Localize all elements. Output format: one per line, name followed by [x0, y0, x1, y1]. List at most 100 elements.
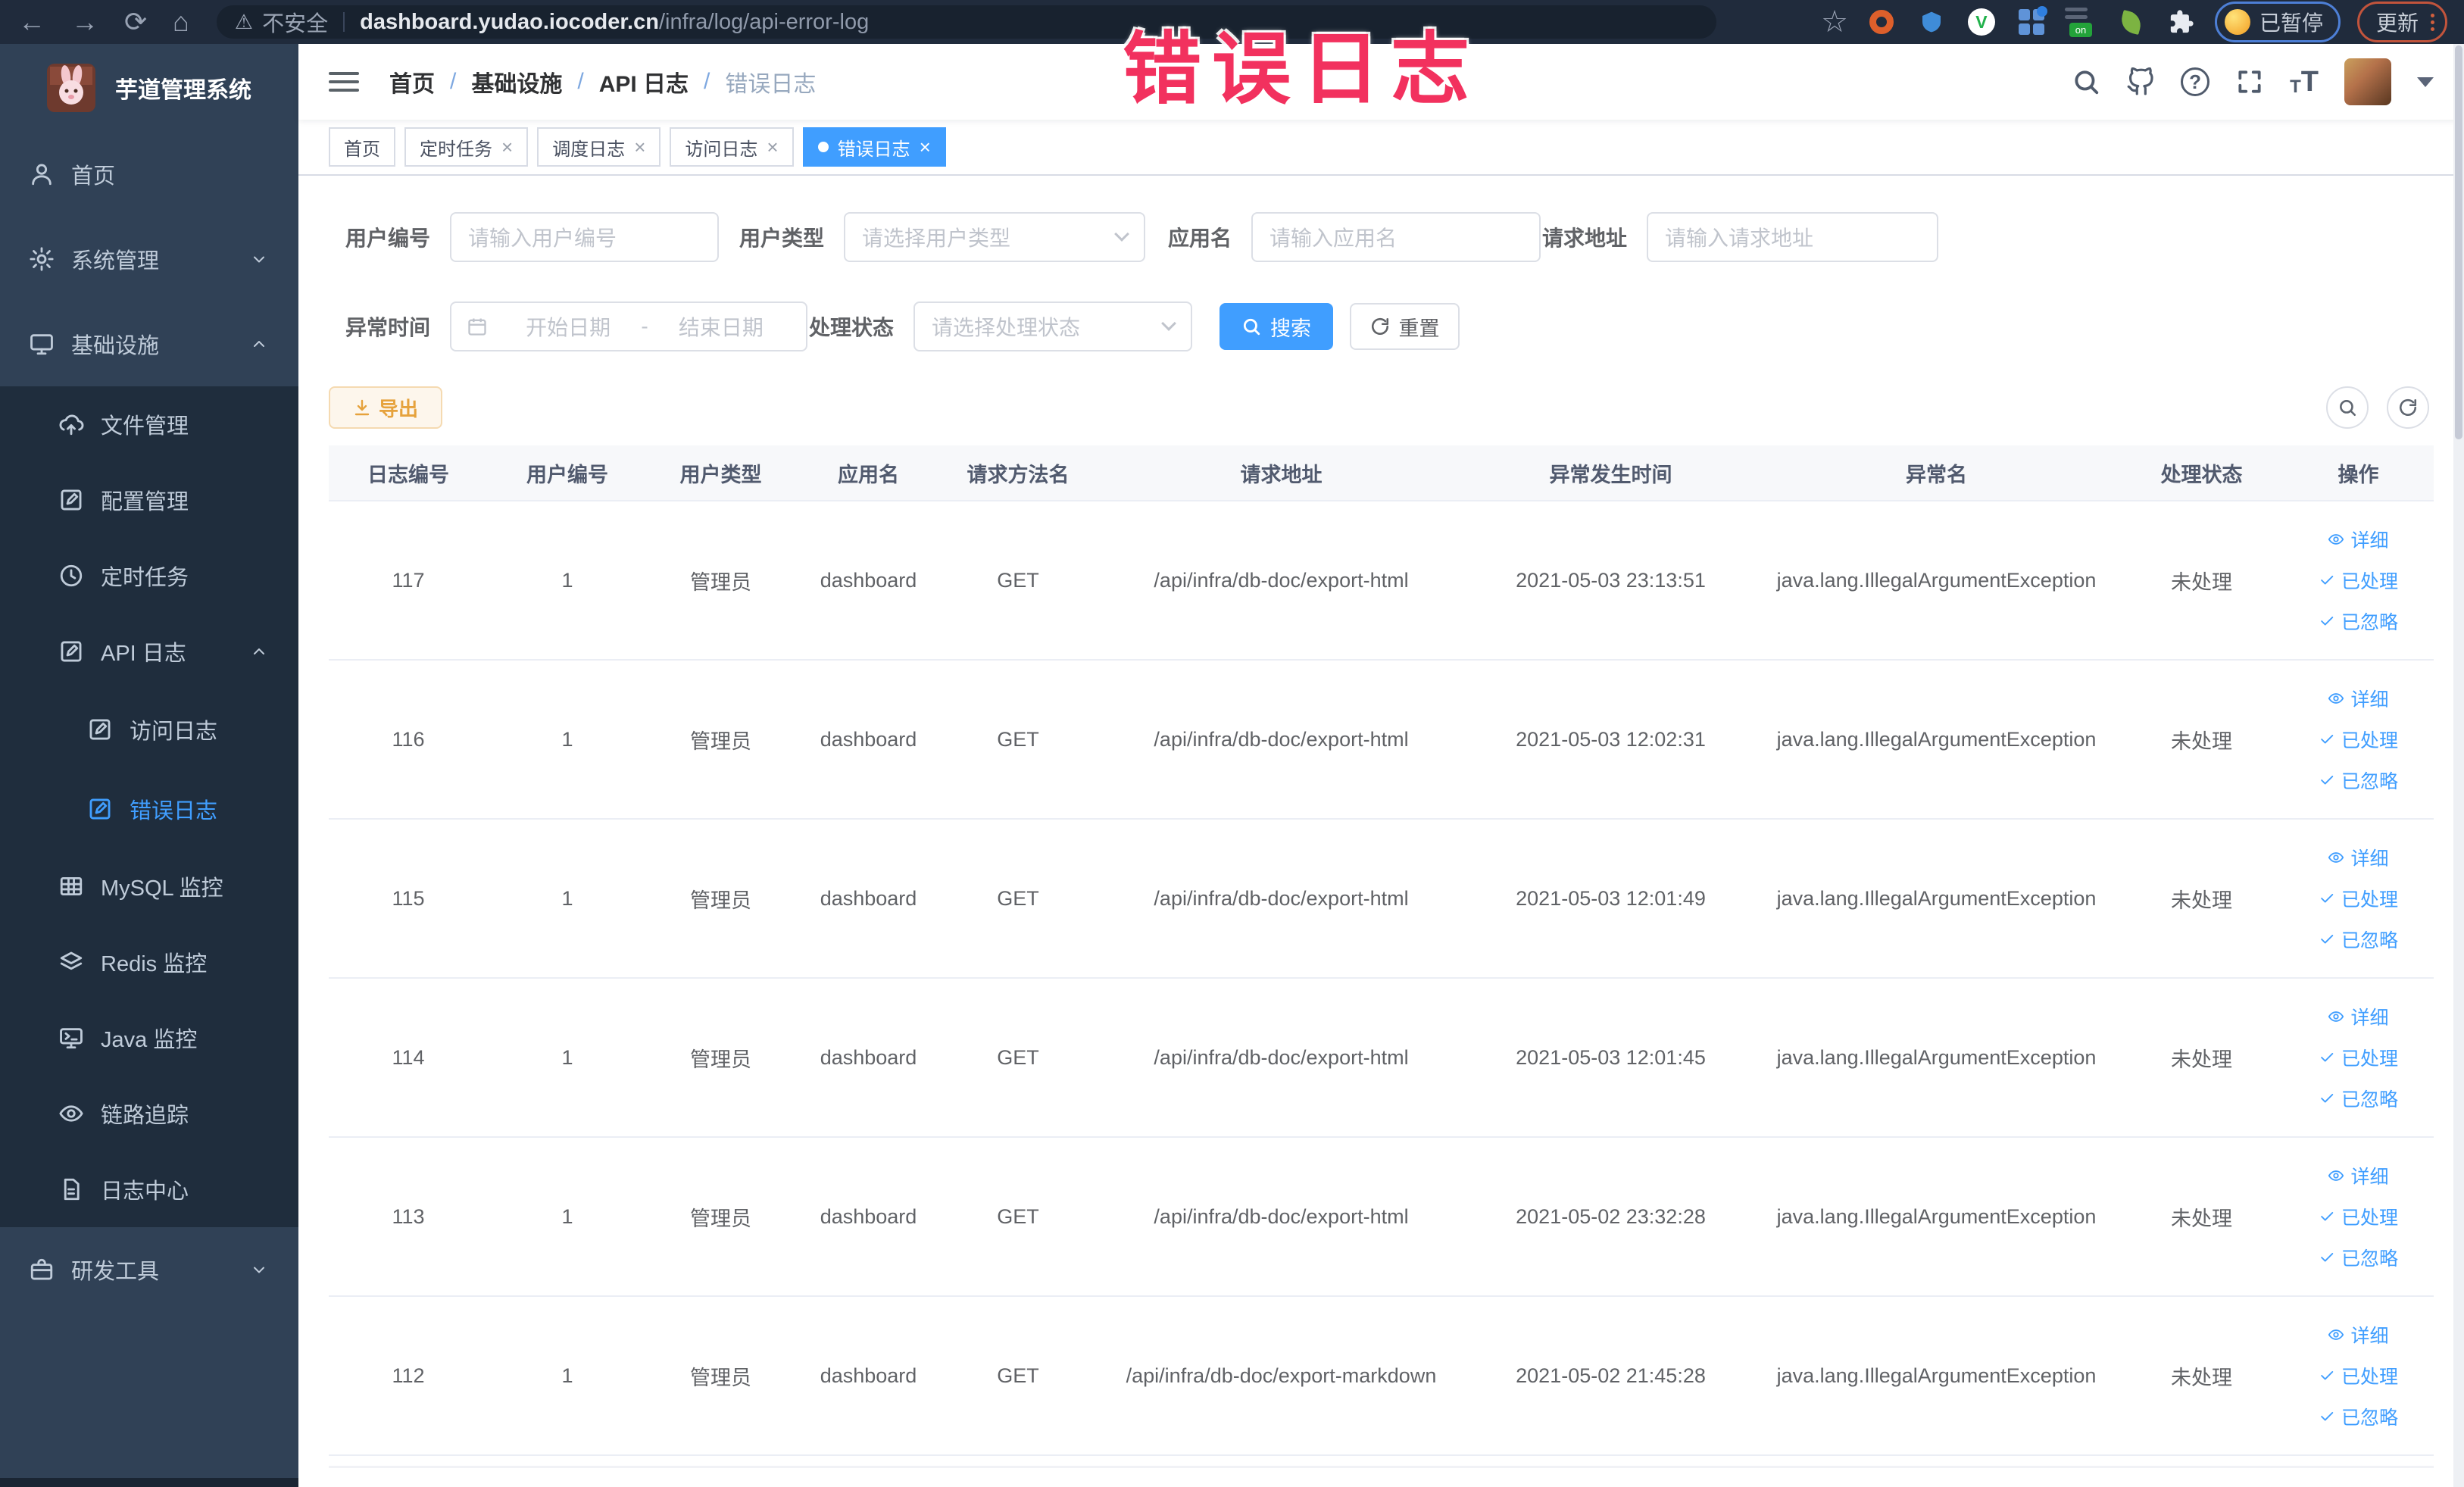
- mark-processed-link[interactable]: 已处理: [2319, 1203, 2398, 1230]
- extension-orange-ring-icon[interactable]: [1865, 5, 1898, 39]
- sidebar-item-链路追踪[interactable]: 链路追踪: [0, 1076, 298, 1151]
- tab-定时任务[interactable]: 定时任务 ×: [404, 127, 529, 167]
- user-type-select[interactable]: 请选择用户类型: [844, 212, 1145, 262]
- header-search-icon[interactable]: [2072, 67, 2100, 96]
- sidebar-item-基础设施[interactable]: 基础设施: [0, 301, 298, 386]
- close-icon[interactable]: ×: [634, 137, 645, 157]
- cell-user_type: 管理员: [690, 1207, 751, 1230]
- sidebar-item-配置管理[interactable]: 配置管理: [0, 462, 298, 538]
- toggle-search-button[interactable]: [2326, 386, 2369, 429]
- export-button[interactable]: 导出: [329, 386, 442, 429]
- column-header: 请求地址: [1240, 463, 1323, 486]
- extension-v-icon[interactable]: V: [1965, 5, 1998, 39]
- page-scrollbar[interactable]: [2453, 44, 2464, 1487]
- cell-user_type: 管理员: [690, 1366, 751, 1389]
- insecure-warning-icon: ⚠: [234, 10, 254, 33]
- sidebar-collapse-icon[interactable]: [329, 72, 359, 92]
- mark-ignored-link[interactable]: 已忽略: [2319, 1403, 2398, 1430]
- browser-forward-icon[interactable]: →: [71, 8, 98, 36]
- fullscreen-icon[interactable]: [2235, 67, 2264, 96]
- help-icon[interactable]: ?: [2181, 67, 2210, 96]
- extension-on-switch-icon[interactable]: on: [2064, 5, 2098, 39]
- sidebar-item-Redis-监控[interactable]: Redis 监控: [0, 924, 298, 1000]
- column-header: 用户类型: [679, 463, 762, 486]
- mark-processed-link[interactable]: 已处理: [2319, 1362, 2398, 1389]
- breadcrumb-item[interactable]: 首页: [389, 65, 435, 98]
- extension-leaf-icon[interactable]: [2115, 5, 2148, 39]
- mark-ignored-link[interactable]: 已忽略: [2319, 767, 2398, 794]
- process-status-select[interactable]: 请选择处理状态: [913, 301, 1192, 351]
- end-date-placeholder: 结束日期: [678, 316, 764, 339]
- tab-label: 调度日志: [552, 139, 626, 160]
- view-detail-link[interactable]: 详细: [2328, 1162, 2389, 1189]
- cell-time: 2021-05-03 23:13:51: [1516, 568, 1706, 592]
- breadcrumb-item[interactable]: 基础设施: [471, 65, 562, 98]
- extension-grid-icon[interactable]: [2015, 5, 2048, 39]
- tab-错误日志[interactable]: 错误日志 ×: [802, 127, 946, 167]
- sidebar-item-首页[interactable]: 首页: [0, 132, 298, 217]
- extension-shield-icon[interactable]: [1915, 5, 1948, 39]
- view-detail-link[interactable]: 详细: [2328, 844, 2389, 871]
- address-bar[interactable]: ⚠ 不安全 dashboard.yudao.iocoder.cn/infra/l…: [216, 5, 1716, 39]
- browser-update-button[interactable]: 更新: [2356, 2, 2447, 42]
- sidebar-logo[interactable]: 芋道管理系统: [0, 44, 298, 132]
- mark-processed-link[interactable]: 已处理: [2319, 726, 2398, 753]
- mark-ignored-link[interactable]: 已忽略: [2319, 1244, 2398, 1271]
- sidebar-item-研发工具[interactable]: 研发工具: [0, 1227, 298, 1312]
- close-icon[interactable]: ×: [767, 137, 778, 157]
- mark-processed-link[interactable]: 已处理: [2319, 885, 2398, 912]
- sidebar-item-访问日志[interactable]: 访问日志: [0, 689, 298, 769]
- monitor-icon: [29, 331, 55, 357]
- check-icon: [2319, 572, 2335, 589]
- refresh-table-button[interactable]: [2387, 386, 2429, 429]
- check-icon: [2319, 1049, 2335, 1066]
- sidebar-item-文件管理[interactable]: 文件管理: [0, 386, 298, 462]
- user-id-input[interactable]: 请输入用户编号: [450, 212, 719, 262]
- chevron-up-icon: [250, 335, 268, 353]
- close-icon[interactable]: ×: [501, 137, 513, 157]
- paused-extension-badge[interactable]: 已暂停: [2214, 2, 2341, 42]
- close-icon[interactable]: ×: [920, 137, 931, 157]
- mark-processed-link[interactable]: 已处理: [2319, 1044, 2398, 1071]
- font-size-icon[interactable]: TT: [2290, 67, 2319, 96]
- mark-processed-link[interactable]: 已处理: [2319, 567, 2398, 594]
- sidebar-item-API-日志[interactable]: API 日志: [0, 614, 298, 689]
- tab-调度日志[interactable]: 调度日志 ×: [537, 127, 661, 167]
- view-detail-link[interactable]: 详细: [2328, 685, 2389, 712]
- cell-user_id: 1: [561, 1364, 573, 1387]
- app-name-input[interactable]: 请输入应用名: [1251, 212, 1541, 262]
- browser-menu-kebab-icon[interactable]: [2431, 13, 2434, 31]
- request-url-input[interactable]: 请输入请求地址: [1647, 212, 1938, 262]
- browser-reload-icon[interactable]: ⟳: [124, 8, 147, 36]
- exception-time-range-picker[interactable]: 开始日期 - 结束日期: [450, 301, 807, 351]
- browser-back-icon[interactable]: ←: [18, 8, 45, 36]
- sidebar-item-MySQL-监控[interactable]: MySQL 监控: [0, 848, 298, 924]
- browser-home-icon[interactable]: ⌂: [173, 8, 189, 36]
- scrollbar-thumb[interactable]: [2455, 45, 2462, 439]
- avatar-caret-down-icon[interactable]: [2417, 77, 2434, 87]
- tab-访问日志[interactable]: 访问日志 ×: [670, 127, 794, 167]
- check-icon: [2319, 731, 2335, 748]
- mark-ignored-link[interactable]: 已忽略: [2319, 1085, 2398, 1112]
- sidebar-item-定时任务[interactable]: 定时任务: [0, 538, 298, 614]
- breadcrumb-item[interactable]: API 日志: [599, 65, 689, 98]
- search-button[interactable]: 搜索: [1220, 303, 1333, 350]
- mark-ignored-link[interactable]: 已忽略: [2319, 926, 2398, 953]
- sidebar-item-Java-监控[interactable]: Java 监控: [0, 1000, 298, 1076]
- sidebar-item-系统管理[interactable]: 系统管理: [0, 217, 298, 301]
- user-avatar[interactable]: [2344, 58, 2391, 105]
- extensions-puzzle-icon[interactable]: [2165, 5, 2198, 39]
- tab-首页[interactable]: 首页: [329, 127, 395, 167]
- sidebar-item-label: API 日志: [101, 642, 186, 666]
- request-url-label: 请求地址: [1541, 226, 1627, 250]
- sidebar-item-日志中心[interactable]: 日志中心: [0, 1151, 298, 1227]
- mark-ignored-link[interactable]: 已忽略: [2319, 608, 2398, 635]
- view-detail-link[interactable]: 详细: [2328, 526, 2389, 553]
- sidebar-item-错误日志[interactable]: 错误日志: [0, 769, 298, 848]
- reset-button[interactable]: 重置: [1350, 303, 1460, 350]
- github-icon[interactable]: [2126, 67, 2155, 96]
- view-detail-link[interactable]: 详细: [2328, 1321, 2389, 1348]
- chevron-down-icon: [1161, 316, 1176, 331]
- bookmark-star-icon[interactable]: ☆: [1821, 5, 1848, 39]
- view-detail-link[interactable]: 详细: [2328, 1003, 2389, 1030]
